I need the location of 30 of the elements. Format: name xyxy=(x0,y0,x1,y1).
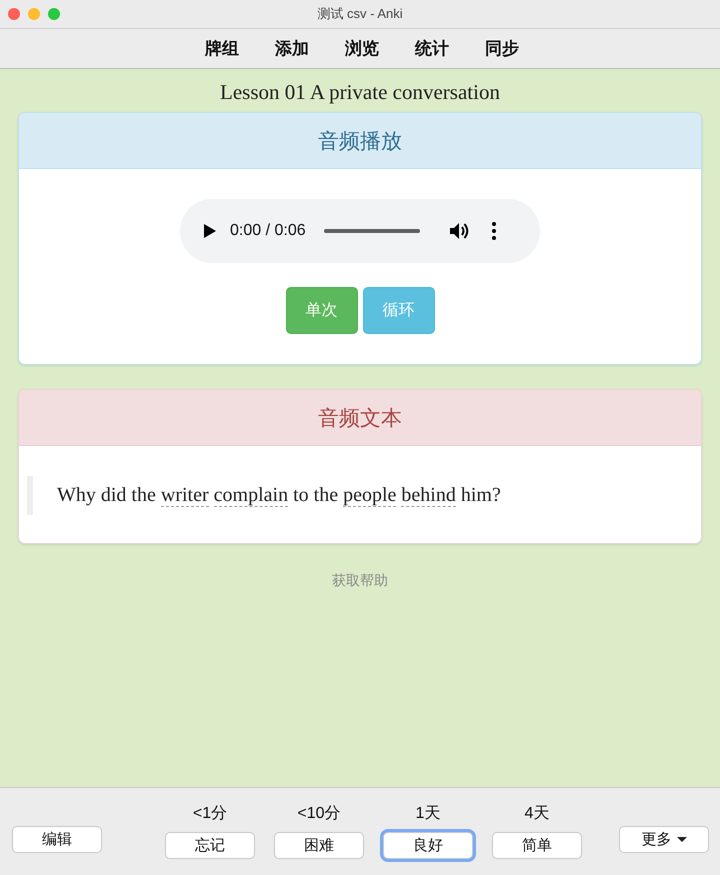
answer-button[interactable]: 简单 xyxy=(492,832,582,859)
progress-track[interactable] xyxy=(324,229,420,233)
toolbar-link[interactable]: 同步 xyxy=(485,37,519,60)
interval-label: 1天 xyxy=(416,804,440,824)
toolbar-link[interactable]: 牌组 xyxy=(205,37,239,60)
panel-heading: 音频文本 xyxy=(19,390,701,446)
window-title: 测试 csv - Anki xyxy=(317,5,403,23)
more-options-icon[interactable] xyxy=(492,222,496,240)
caret-icon xyxy=(676,837,686,842)
sentence-text: Why did the writer complain to the people behind him? xyxy=(57,484,502,507)
interval-label: <10分 xyxy=(297,804,341,824)
play-icon[interactable] xyxy=(204,224,216,238)
answer-button[interactable]: 良好 xyxy=(383,832,473,859)
toolbar-link[interactable]: 浏览 xyxy=(345,37,379,60)
card-title: Lesson 01 A private conversation xyxy=(219,79,501,106)
edit-button[interactable]: 编辑 xyxy=(12,826,102,853)
interval-label: 4天 xyxy=(524,804,550,824)
zoom-button[interactable] xyxy=(48,8,60,20)
panel-heading: 音频播放 xyxy=(19,113,701,169)
answer-button[interactable]: 忘记 xyxy=(165,832,255,859)
close-button[interactable] xyxy=(8,8,20,20)
toolbar-link[interactable]: 统计 xyxy=(415,37,449,60)
minimize-button[interactable] xyxy=(28,8,40,20)
answer-button[interactable]: 困难 xyxy=(274,832,364,859)
audio-player[interactable]: 0:00 / 0:06 xyxy=(180,199,540,263)
toolbar-link[interactable]: 添加 xyxy=(275,37,309,60)
interval-label: <1分 xyxy=(192,804,228,824)
more-button[interactable]: 更多 xyxy=(619,826,709,853)
time-label: 0:00 / 0:06 xyxy=(230,222,306,240)
volume-icon[interactable] xyxy=(450,222,470,240)
